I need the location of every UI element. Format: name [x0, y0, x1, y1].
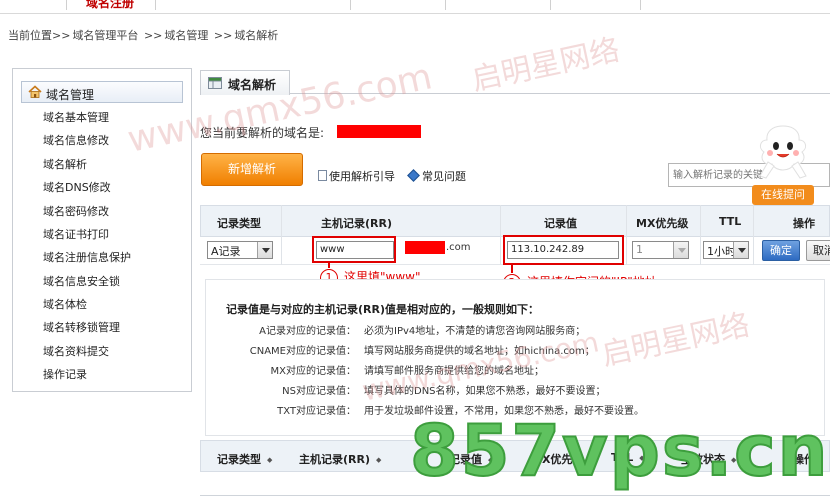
sort-icon: ◆: [267, 456, 273, 464]
diamond-icon: [407, 169, 420, 182]
breadcrumb-sep: >>: [143, 29, 163, 42]
rule-key: TXT对应记录值：: [277, 406, 356, 417]
grid-divider: [700, 205, 701, 265]
top-nav-bar: 域名注册: [0, 0, 830, 14]
add-record-button[interactable]: 新增解析: [201, 153, 303, 186]
rule-key: A记录对应的记录值：: [259, 326, 356, 337]
list-col-type-label: 记录类型: [217, 453, 261, 466]
host-highlight-box: [312, 236, 396, 263]
rule-key: NS对应记录值：: [282, 386, 356, 397]
list-col-type[interactable]: 记录类型 ◆: [217, 451, 272, 467]
breadcrumb: 当前位置>> 域名管理平台 >> 域名管理 >> 域名解析: [8, 27, 280, 43]
tab-label: 域名解析: [228, 78, 277, 92]
grid-divider: [753, 205, 754, 265]
value-highlight-box: [503, 235, 624, 265]
topnav-divider: [66, 0, 67, 10]
rule-key: CNAME对应的记录值：: [249, 346, 356, 357]
domain-suffix: .com: [446, 242, 471, 253]
sidebar-item-resolve[interactable]: 域名解析: [43, 156, 87, 172]
breadcrumb-domain-manage[interactable]: 域名管理: [164, 29, 208, 42]
sidebar-item-checkup[interactable]: 域名体检: [43, 296, 87, 312]
grid-col-value: 记录值: [544, 217, 577, 230]
record-type-select[interactable]: A记录: [207, 241, 273, 259]
mx-priority-select[interactable]: 1: [632, 241, 689, 259]
topnav-divider: [445, 0, 446, 10]
sidebar-item-privacy[interactable]: 域名注册信息保护: [43, 249, 131, 265]
divider: [200, 495, 830, 496]
grid-icon: [208, 77, 222, 89]
breadcrumb-domain-platform[interactable]: 域名管理平台: [72, 29, 138, 42]
sidebar-header-label: 域名管理: [46, 88, 95, 102]
sidebar-item-security-lock[interactable]: 域名信息安全锁: [43, 273, 120, 289]
online-help-button[interactable]: 在线提问: [752, 185, 814, 205]
breadcrumb-sep: >>: [213, 29, 233, 42]
mx-priority-value: 1: [636, 243, 643, 256]
topnav-divider: [350, 0, 351, 10]
faq-label: 常见问题: [422, 170, 466, 183]
sidebar-item-transfer-lock[interactable]: 域名转移锁管理: [43, 319, 120, 335]
domain-prompt: 您当前要解析的域名是:: [200, 126, 325, 140]
watermark-big: 857vps.cn: [409, 409, 830, 493]
rule-key: MX对应的记录值：: [270, 366, 356, 377]
resolve-guide-label: 使用解析引导: [329, 170, 395, 183]
sidebar-header[interactable]: 域名管理: [21, 81, 183, 103]
grid-divider: [281, 205, 282, 265]
redacted-domain-suffix: [405, 241, 445, 254]
rule-value: 必须为IPv4地址，不清楚的请您咨询网站服务商；: [364, 326, 586, 337]
rule-value: 请填写邮件服务商提供给您的域名地址；: [364, 366, 544, 377]
grid-col-mx: MX优先级: [636, 217, 689, 230]
document-icon: [318, 170, 327, 181]
confirm-button[interactable]: 确定: [762, 240, 800, 261]
record-grid-header: 记录类型 主机记录(RR) 记录值 MX优先级 TTL 操作: [200, 205, 830, 237]
rules-title: 记录值是与对应的主机记录(RR)值是相对应的，一般规则如下：: [226, 303, 539, 316]
sidebar-item-info-edit[interactable]: 域名信息修改: [43, 132, 109, 148]
chevron-down-icon: [733, 242, 748, 258]
topnav-divider: [155, 0, 156, 10]
ttl-select[interactable]: 1小时: [703, 241, 749, 259]
grid-col-ttl: TTL: [719, 215, 742, 228]
list-col-host-label: 主机记录(RR): [299, 453, 370, 466]
tab-bar: 域名解析: [200, 70, 830, 95]
cancel-button[interactable]: 取消: [806, 240, 830, 261]
record-type-value: A记录: [211, 245, 241, 258]
home-icon: [28, 85, 42, 98]
sidebar-item-dns[interactable]: 域名DNS修改: [43, 179, 111, 195]
grid-col-type: 记录类型: [217, 217, 261, 230]
sort-icon: ◆: [376, 456, 382, 464]
sidebar-item-basic[interactable]: 域名基本管理: [43, 109, 109, 125]
redacted-domain: [337, 125, 421, 138]
tab-domain-resolve[interactable]: 域名解析: [200, 70, 290, 95]
resolve-guide-link[interactable]: 使用解析引导: [318, 168, 395, 184]
ttl-value: 1小时: [707, 245, 736, 258]
grid-col-action: 操作: [793, 217, 815, 230]
topnav-divider: [640, 0, 641, 10]
breadcrumb-domain-resolve: 域名解析: [234, 29, 279, 42]
sidebar-item-documents[interactable]: 域名资料提交: [43, 343, 109, 359]
grid-col-host: 主机记录(RR): [321, 217, 392, 230]
breadcrumb-prefix: 当前位置>>: [8, 29, 71, 42]
sidebar: 域名管理 域名基本管理 域名信息修改 域名解析 域名DNS修改 域名密码修改 域…: [12, 68, 192, 392]
grid-divider: [500, 205, 501, 265]
rule-value: 填写网站服务商提供的域名地址；如hichina.com；: [364, 346, 595, 357]
callout-arrow: [511, 265, 513, 273]
sidebar-item-password[interactable]: 域名密码修改: [43, 203, 109, 219]
topnav-domain-register[interactable]: 域名注册: [86, 0, 134, 10]
chevron-down-icon: [257, 242, 272, 258]
list-col-host[interactable]: 主机记录(RR) ◆: [299, 451, 381, 467]
rule-value: 填写具体的DNS名称，如果您不熟悉，最好不要设置；: [364, 386, 606, 397]
sidebar-item-log[interactable]: 操作记录: [43, 366, 87, 382]
faq-link[interactable]: 常见问题: [407, 168, 466, 184]
sidebar-item-certificate[interactable]: 域名证书打印: [43, 226, 109, 242]
topnav-divider: [550, 0, 551, 10]
chevron-down-icon: [673, 242, 688, 258]
grid-divider: [626, 205, 627, 265]
